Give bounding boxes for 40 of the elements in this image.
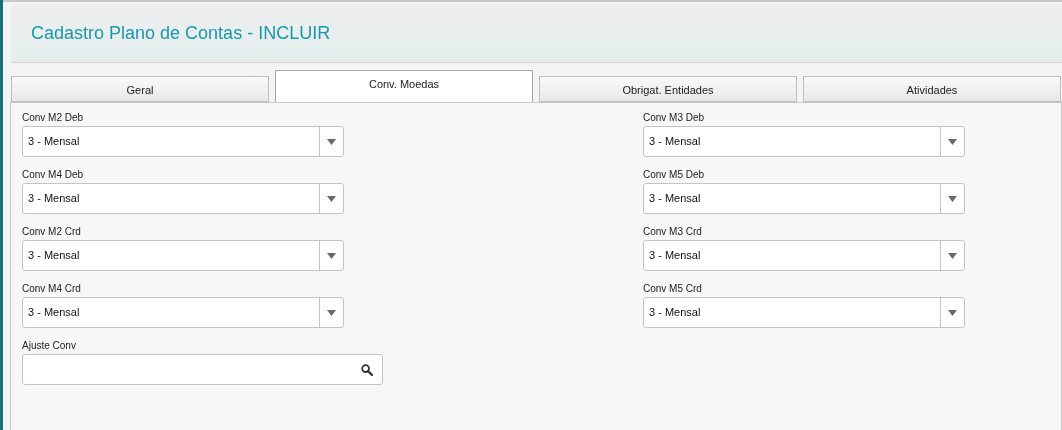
- caret-icon: [948, 195, 957, 202]
- field-label: Conv M4 Deb: [22, 168, 85, 182]
- dropdown-value: 3 - Mensal: [27, 191, 81, 207]
- dropdown[interactable]: 3 - Mensal: [22, 297, 344, 328]
- caret-icon: [948, 252, 957, 259]
- field-label: Conv M2 Crd: [22, 225, 82, 239]
- field-label: Conv M5 Deb: [643, 168, 706, 182]
- caret-icon: [327, 138, 336, 145]
- dropdown[interactable]: 3 - Mensal: [643, 240, 965, 271]
- dropdown-value: 3 - Mensal: [27, 248, 81, 264]
- caret-icon: [327, 309, 336, 316]
- dropdown[interactable]: 3 - Mensal: [643, 126, 965, 157]
- caret-icon: [327, 252, 336, 259]
- field-label: Conv M3 Crd: [643, 225, 703, 239]
- page-title: Cadastro Plano de Contas - INCLUIR: [31, 22, 331, 45]
- dropdown-value: 3 - Mensal: [27, 134, 81, 150]
- dropdown[interactable]: 3 - Mensal: [22, 126, 344, 157]
- tab[interactable]: Atividades: [803, 76, 1061, 102]
- tab[interactable]: Geral: [11, 76, 269, 102]
- tab[interactable]: Conv. Moedas: [275, 70, 533, 102]
- field-label: Ajuste Conv: [22, 339, 77, 353]
- field-label: Conv M3 Deb: [643, 111, 706, 125]
- dropdown-value: 3 - Mensal: [648, 305, 702, 321]
- caret-icon: [948, 138, 957, 145]
- search-icon[interactable]: [361, 363, 373, 376]
- dropdown-value: 3 - Mensal: [648, 134, 702, 150]
- dropdown-value: 3 - Mensal: [648, 191, 702, 207]
- dropdown-value: 3 - Mensal: [648, 248, 702, 264]
- dropdown[interactable]: 3 - Mensal: [22, 183, 344, 214]
- caret-icon: [948, 309, 957, 316]
- field-label: Conv M4 Crd: [22, 282, 82, 296]
- dropdown[interactable]: 3 - Mensal: [643, 297, 965, 328]
- field-label: Conv M2 Deb: [22, 111, 85, 125]
- dropdown-value: 3 - Mensal: [27, 305, 81, 321]
- dropdown[interactable]: 3 - Mensal: [643, 183, 965, 214]
- tab[interactable]: Obrigat. Entidades: [539, 76, 797, 102]
- caret-icon: [327, 195, 336, 202]
- field-label: Conv M5 Crd: [643, 282, 703, 296]
- input-field[interactable]: [22, 354, 383, 385]
- dropdown[interactable]: 3 - Mensal: [22, 240, 344, 271]
